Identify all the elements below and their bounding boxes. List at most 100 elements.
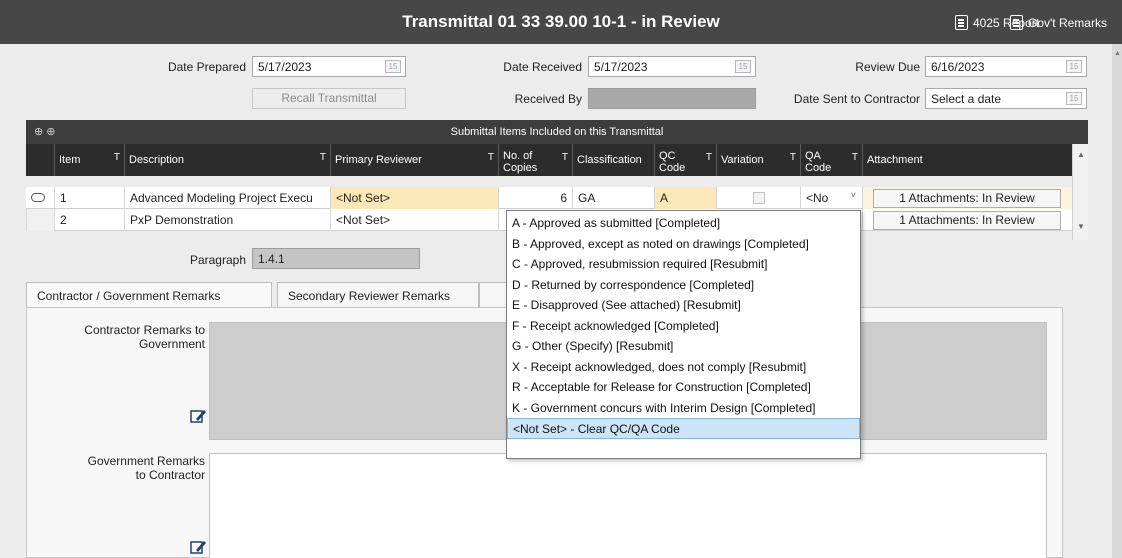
dropdown-option[interactable]: X - Receipt acknowledged, does not compl…	[507, 357, 860, 378]
cell-primary-reviewer[interactable]: <Not Set>	[330, 209, 498, 231]
contractor-remarks-label-1: Contractor Remarks to	[84, 323, 205, 337]
col-qc-code[interactable]: QC Code T	[654, 144, 716, 176]
government-remarks-input[interactable]	[209, 453, 1047, 558]
date-sent-placeholder: Select a date	[931, 92, 1002, 106]
dropdown-option[interactable]: A - Approved as submitted [Completed]	[507, 213, 860, 234]
dropdown-option[interactable]: R - Acceptable for Release for Construct…	[507, 377, 860, 398]
filter-icon[interactable]: T	[114, 152, 120, 164]
qa-code-value: <No	[806, 191, 829, 205]
filter-icon[interactable]: T	[562, 152, 568, 164]
col-attachment-label: Attachment	[867, 154, 923, 166]
edit-icon[interactable]	[189, 407, 207, 425]
date-sent-field[interactable]: Select a date 15	[925, 88, 1087, 109]
date-received-field[interactable]: 5/17/2023 15	[588, 56, 756, 77]
date-received-label: Date Received	[503, 60, 582, 74]
qa-code-dropdown[interactable]: A - Approved as submitted [Completed] B …	[506, 210, 861, 459]
col-attachment[interactable]: Attachment	[862, 144, 1072, 176]
title-bar: Transmittal 01 33 39.00 10-1 - in Review…	[0, 0, 1122, 44]
table-row[interactable]: 1 Advanced Modeling Project Execu <Not S…	[26, 187, 1088, 209]
government-remarks-label: Government Remarks to Contractor	[37, 454, 205, 482]
date-received-value: 5/17/2023	[594, 60, 648, 74]
cell-qa-code[interactable]: <No ˅	[800, 187, 862, 209]
edit-icon[interactable]	[189, 538, 207, 556]
col-primary-reviewer-label: Primary Reviewer	[335, 154, 422, 166]
row-selector-icon[interactable]	[31, 193, 45, 202]
calendar-icon[interactable]: 15	[1066, 60, 1082, 73]
grid-column-header: Item T Description T Primary Reviewer T …	[26, 144, 1088, 176]
govt-remarks-button[interactable]: Gov't Remarks	[1010, 15, 1107, 30]
main-scrollbar[interactable]: ▲	[1112, 44, 1122, 558]
filter-icon[interactable]: T	[488, 152, 494, 164]
tab-overflow[interactable]	[479, 282, 509, 308]
variation-checkbox[interactable]	[753, 192, 765, 204]
col-qa-code[interactable]: QA Code T	[800, 144, 862, 176]
dropdown-option[interactable]: D - Returned by correspondence [Complete…	[507, 275, 860, 296]
cell-description: Advanced Modeling Project Execu	[124, 187, 330, 209]
dropdown-option[interactable]: F - Receipt acknowledged [Completed]	[507, 316, 860, 337]
calendar-icon[interactable]: 15	[1066, 92, 1082, 105]
date-prepared-label: Date Prepared	[167, 60, 246, 74]
review-due-label: Review Due	[855, 60, 920, 74]
col-variation-label: Variation	[721, 154, 764, 166]
dropdown-option[interactable]: E - Disapproved (See attached) [Resubmit…	[507, 295, 860, 316]
received-by-label: Received By	[514, 92, 582, 106]
dropdown-option[interactable]: G - Other (Specify) [Resubmit]	[507, 336, 860, 357]
col-qc-label-1: QC	[659, 150, 676, 162]
paragraph-label: Paragraph	[189, 253, 246, 267]
paragraph-field[interactable]: 1.4.1	[252, 248, 420, 269]
dropdown-option-selected[interactable]: <Not Set> - Clear QC/QA Code	[507, 418, 860, 439]
cell-attachment: 1 Attachments: In Review	[862, 209, 1072, 231]
grid-scrollbar[interactable]: ▲ ▼	[1072, 144, 1088, 240]
col-qa-label-2: Code	[805, 162, 832, 174]
govt-remarks-label: Gov't Remarks	[1028, 15, 1107, 30]
scroll-up-icon[interactable]: ▲	[1114, 50, 1121, 57]
document-icon	[955, 15, 968, 30]
date-prepared-field[interactable]: 5/17/2023 15	[252, 56, 406, 77]
row-selector[interactable]	[26, 209, 54, 231]
col-copies[interactable]: No. of Copies T	[498, 144, 572, 176]
filter-icon[interactable]: T	[852, 152, 858, 164]
scroll-up-icon[interactable]: ▲	[1077, 150, 1085, 159]
filter-icon[interactable]: T	[706, 152, 712, 164]
grid-title: Submittal Items Included on this Transmi…	[450, 126, 664, 138]
dropdown-option[interactable]: C - Approved, resubmission required [Res…	[507, 254, 860, 275]
chevron-down-icon[interactable]: ˅	[851, 190, 856, 200]
dropdown-option[interactable]: K - Government concurs with Interim Desi…	[507, 398, 860, 419]
contractor-remarks-label-2: Government	[138, 337, 205, 351]
col-qa-label-1: QA	[805, 150, 821, 162]
window-title: Transmittal 01 33 39.00 10-1 - in Review	[402, 12, 720, 31]
grid-title-bar: ⊕ ⊕ Submittal Items Included on this Tra…	[26, 120, 1088, 144]
review-due-field[interactable]: 6/16/2023 15	[925, 56, 1087, 77]
col-copies-label-2: Copies	[503, 162, 538, 174]
col-variation[interactable]: Variation T	[716, 144, 800, 176]
tab-secondary-reviewer-remarks[interactable]: Secondary Reviewer Remarks	[277, 282, 479, 308]
cell-item: 2	[54, 209, 124, 231]
dropdown-option[interactable]: B - Approved, except as noted on drawing…	[507, 234, 860, 255]
cell-classification: GA	[572, 187, 654, 209]
filter-icon[interactable]: T	[790, 152, 796, 164]
cell-qc-code[interactable]: A	[654, 187, 716, 209]
government-remarks-label-1: Government Remarks	[87, 454, 205, 468]
col-classification-label: Classification	[577, 154, 642, 166]
attachment-button[interactable]: 1 Attachments: In Review	[873, 189, 1061, 208]
cell-item: 1	[54, 187, 124, 209]
review-due-value: 6/16/2023	[931, 60, 985, 74]
received-by-field[interactable]	[588, 88, 756, 109]
col-item-label: Item	[59, 154, 81, 166]
cell-primary-reviewer[interactable]: <Not Set>	[330, 187, 498, 209]
col-primary-reviewer[interactable]: Primary Reviewer T	[330, 144, 498, 176]
government-remarks-label-2: to Contractor	[135, 468, 205, 482]
cell-attachment: 1 Attachments: In Review	[862, 187, 1072, 209]
document-icon	[1010, 15, 1023, 30]
col-description[interactable]: Description T	[124, 144, 330, 176]
col-item[interactable]: Item T	[54, 144, 124, 176]
filter-icon[interactable]: T	[320, 152, 326, 164]
calendar-icon[interactable]: 15	[735, 60, 751, 73]
calendar-icon[interactable]: 15	[385, 60, 401, 73]
recall-transmittal-button[interactable]: Recall Transmittal	[252, 88, 406, 109]
tab-contractor-government-remarks[interactable]: Contractor / Government Remarks	[26, 282, 272, 308]
col-classification[interactable]: Classification	[572, 144, 654, 176]
cell-description: PxP Demonstration	[124, 209, 330, 231]
attachment-button[interactable]: 1 Attachments: In Review	[873, 211, 1061, 230]
scroll-down-icon[interactable]: ▼	[1077, 222, 1085, 231]
